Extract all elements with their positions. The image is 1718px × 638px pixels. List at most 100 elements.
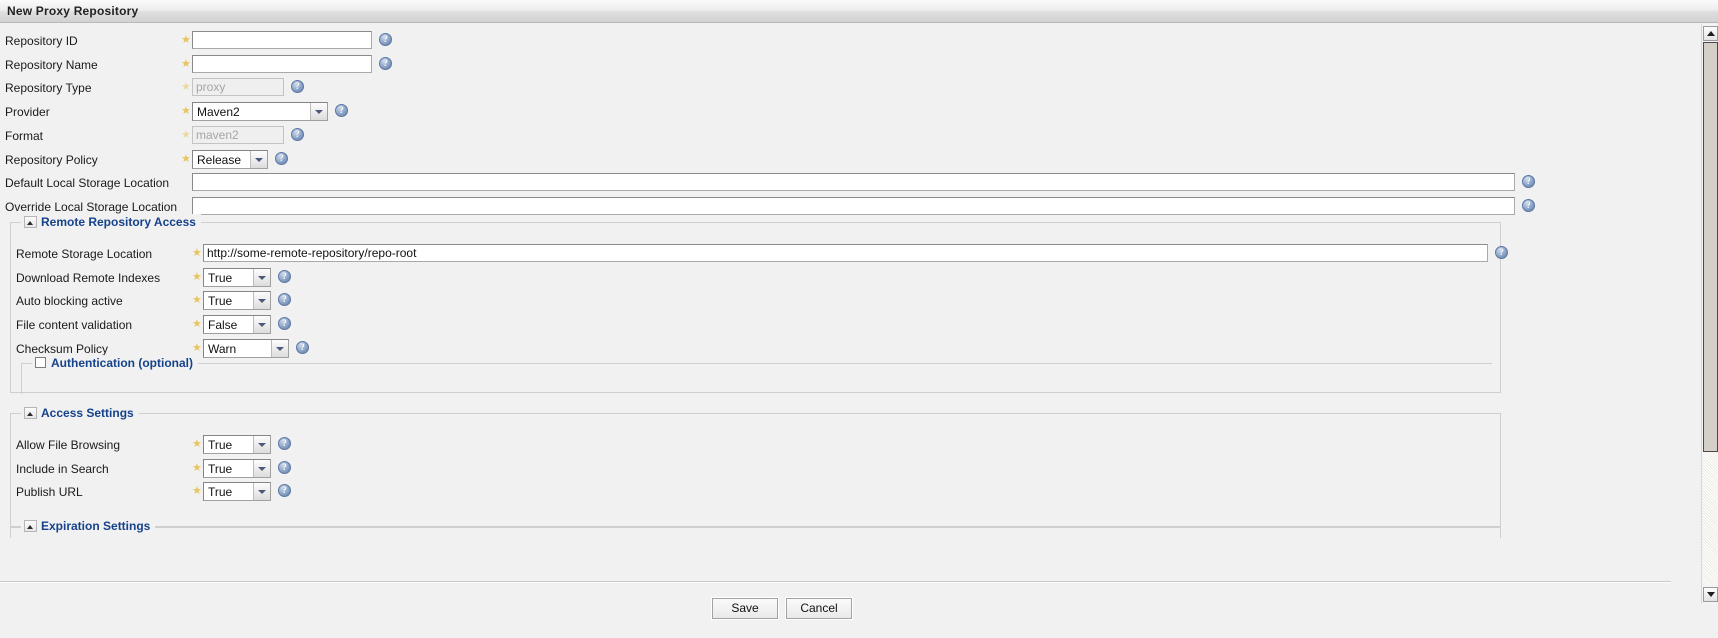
help-icon-provider[interactable]: ? xyxy=(335,104,348,118)
select-value-provider: Maven2 xyxy=(197,105,240,120)
required-star-icon: ★ xyxy=(192,270,202,283)
select-checksum-policy[interactable]: Warn xyxy=(203,338,289,358)
scrollbar-thumb[interactable] xyxy=(1703,42,1718,452)
access-settings-legend[interactable]: Access Settings xyxy=(21,405,139,421)
field-label-include-in-search: Include in Search xyxy=(16,461,109,476)
help-icon-publish-url[interactable]: ? xyxy=(278,484,291,498)
chevron-down-icon[interactable] xyxy=(271,339,288,357)
form-row-include-in-search: Include in Search ★ True? xyxy=(11,458,1671,482)
help-icon-override-local-storage-location[interactable]: ? xyxy=(1522,198,1535,212)
field-label-repository-name: Repository Name xyxy=(5,57,98,72)
authentication-fieldset: Authentication (optional) xyxy=(21,355,1492,394)
help-icon-file-content-validation[interactable]: ? xyxy=(278,317,291,331)
required-star-icon: ★ xyxy=(181,81,191,94)
help-icon-download-remote-indexes[interactable]: ? xyxy=(278,269,291,283)
form-row-remote-storage-location: Remote Storage Location ★? xyxy=(11,243,1671,267)
authentication-checkbox[interactable] xyxy=(35,357,46,368)
remote-repository-access-legend[interactable]: Remote Repository Access xyxy=(21,214,201,230)
scroll-down-arrow-icon[interactable] xyxy=(1703,587,1718,602)
form-row-checksum-policy: Checksum Policy ★ Warn? xyxy=(11,338,1671,362)
required-star-icon: ★ xyxy=(192,294,202,307)
expiration-settings-fieldset: Expiration Settings xyxy=(10,518,1501,538)
help-icon-repository-id[interactable]: ? xyxy=(379,33,392,46)
form-row-publish-url: Publish URL ★ True? xyxy=(11,481,1671,505)
form-row-provider: Provider ★ Maven2? xyxy=(0,101,1660,125)
input-override-local-storage-location[interactable] xyxy=(192,196,1515,215)
chevron-down-icon[interactable] xyxy=(250,150,267,168)
vertical-scrollbar[interactable] xyxy=(1701,24,1718,604)
select-value-include-in-search: True xyxy=(208,461,233,476)
select-file-content-validation[interactable]: False xyxy=(203,315,271,335)
field-label-publish-url: Publish URL xyxy=(16,485,83,500)
form-row-default-local-storage-location: Default Local Storage Location? xyxy=(0,172,1660,196)
form-row-repository-name: Repository Name ★? xyxy=(0,54,1660,78)
window-titlebar: New Proxy Repository xyxy=(0,0,1718,23)
collapse-arrow-icon[interactable] xyxy=(24,407,37,419)
help-icon-include-in-search[interactable]: ? xyxy=(278,460,291,474)
chevron-down-icon[interactable] xyxy=(253,268,270,286)
help-icon-remote-storage-location[interactable]: ? xyxy=(1495,246,1508,259)
scroll-up-arrow-icon[interactable] xyxy=(1703,26,1718,41)
input-repository-name[interactable] xyxy=(192,54,372,73)
help-icon-format[interactable]: ? xyxy=(291,127,304,141)
access-settings-fieldset: Access Settings Allow File Browsing ★ True… xyxy=(10,405,1501,528)
field-label-provider: Provider xyxy=(5,105,50,120)
required-star-icon: ★ xyxy=(181,152,191,165)
select-repository-policy[interactable]: Release xyxy=(192,149,268,169)
help-icon-allow-file-browsing[interactable]: ? xyxy=(278,437,291,450)
select-include-in-search[interactable]: True xyxy=(203,458,271,478)
select-value-file-content-validation: False xyxy=(208,318,238,333)
expiration-settings-legend[interactable]: Expiration Settings xyxy=(21,518,156,534)
save-button[interactable]: Save xyxy=(711,597,779,620)
form-row-repository-type: Repository Type ★? xyxy=(0,77,1660,101)
remote-repository-access-fieldset: Remote Repository Access Remote Storage … xyxy=(10,214,1508,394)
cancel-button[interactable]: Cancel xyxy=(785,597,853,620)
input-default-local-storage-location[interactable] xyxy=(192,173,1515,192)
field-label-repository-id: Repository ID xyxy=(5,34,78,48)
chevron-down-icon[interactable] xyxy=(253,436,270,453)
help-icon-repository-name[interactable]: ? xyxy=(379,56,392,70)
expiration-settings-legend-label: Expiration Settings xyxy=(41,519,151,533)
select-provider[interactable]: Maven2 xyxy=(192,102,328,122)
form-row-repository-id: Repository ID ★? xyxy=(0,30,1660,54)
field-label-allow-file-browsing: Allow File Browsing xyxy=(16,438,121,452)
help-icon-auto-blocking-active[interactable]: ? xyxy=(278,293,291,307)
required-star-icon: ★ xyxy=(181,57,191,70)
collapse-arrow-icon[interactable] xyxy=(24,216,37,228)
field-label-download-remote-indexes: Download Remote Indexes xyxy=(16,270,161,285)
field-label-file-content-validation: File content validation xyxy=(16,318,133,333)
required-star-icon: ★ xyxy=(192,318,202,331)
chevron-down-icon[interactable] xyxy=(253,316,270,334)
select-download-remote-indexes[interactable]: True xyxy=(203,267,271,287)
select-allow-file-browsing[interactable]: True xyxy=(203,435,271,454)
collapse-arrow-icon[interactable] xyxy=(24,520,37,532)
select-publish-url[interactable]: True xyxy=(203,482,271,502)
select-auto-blocking-active[interactable]: True xyxy=(203,291,271,311)
authentication-legend[interactable]: Authentication (optional) xyxy=(32,355,198,371)
field-label-remote-storage-location: Remote Storage Location xyxy=(16,247,153,261)
chevron-down-icon[interactable] xyxy=(253,459,270,477)
authentication-legend-label: Authentication (optional) xyxy=(51,356,193,370)
required-star-icon: ★ xyxy=(181,105,191,118)
required-star-icon: ★ xyxy=(192,247,202,259)
select-value-checksum-policy: Warn xyxy=(208,341,237,356)
remote-repository-access-legend-label: Remote Repository Access xyxy=(41,215,196,229)
form-row-file-content-validation: File content validation ★ False? xyxy=(11,314,1671,338)
required-star-icon: ★ xyxy=(181,34,191,46)
help-icon-default-local-storage-location[interactable]: ? xyxy=(1522,175,1535,189)
input-repository-type xyxy=(192,78,284,97)
field-label-repository-policy: Repository Policy xyxy=(5,152,98,167)
help-icon-repository-policy[interactable]: ? xyxy=(275,151,288,165)
chevron-down-icon[interactable] xyxy=(253,292,270,310)
access-settings-legend-label: Access Settings xyxy=(41,406,134,420)
form-row-override-local-storage-location: Override Local Storage Location? xyxy=(0,196,1660,220)
help-icon-checksum-policy[interactable]: ? xyxy=(296,340,309,354)
input-remote-storage-location[interactable] xyxy=(203,244,1488,262)
page-title: New Proxy Repository xyxy=(7,4,139,18)
footer-divider xyxy=(0,582,1671,583)
chevron-down-icon[interactable] xyxy=(253,483,270,501)
input-repository-id[interactable] xyxy=(192,31,372,49)
select-value-repository-policy: Release xyxy=(197,152,242,167)
chevron-down-icon[interactable] xyxy=(310,103,327,121)
help-icon-repository-type[interactable]: ? xyxy=(291,80,304,94)
